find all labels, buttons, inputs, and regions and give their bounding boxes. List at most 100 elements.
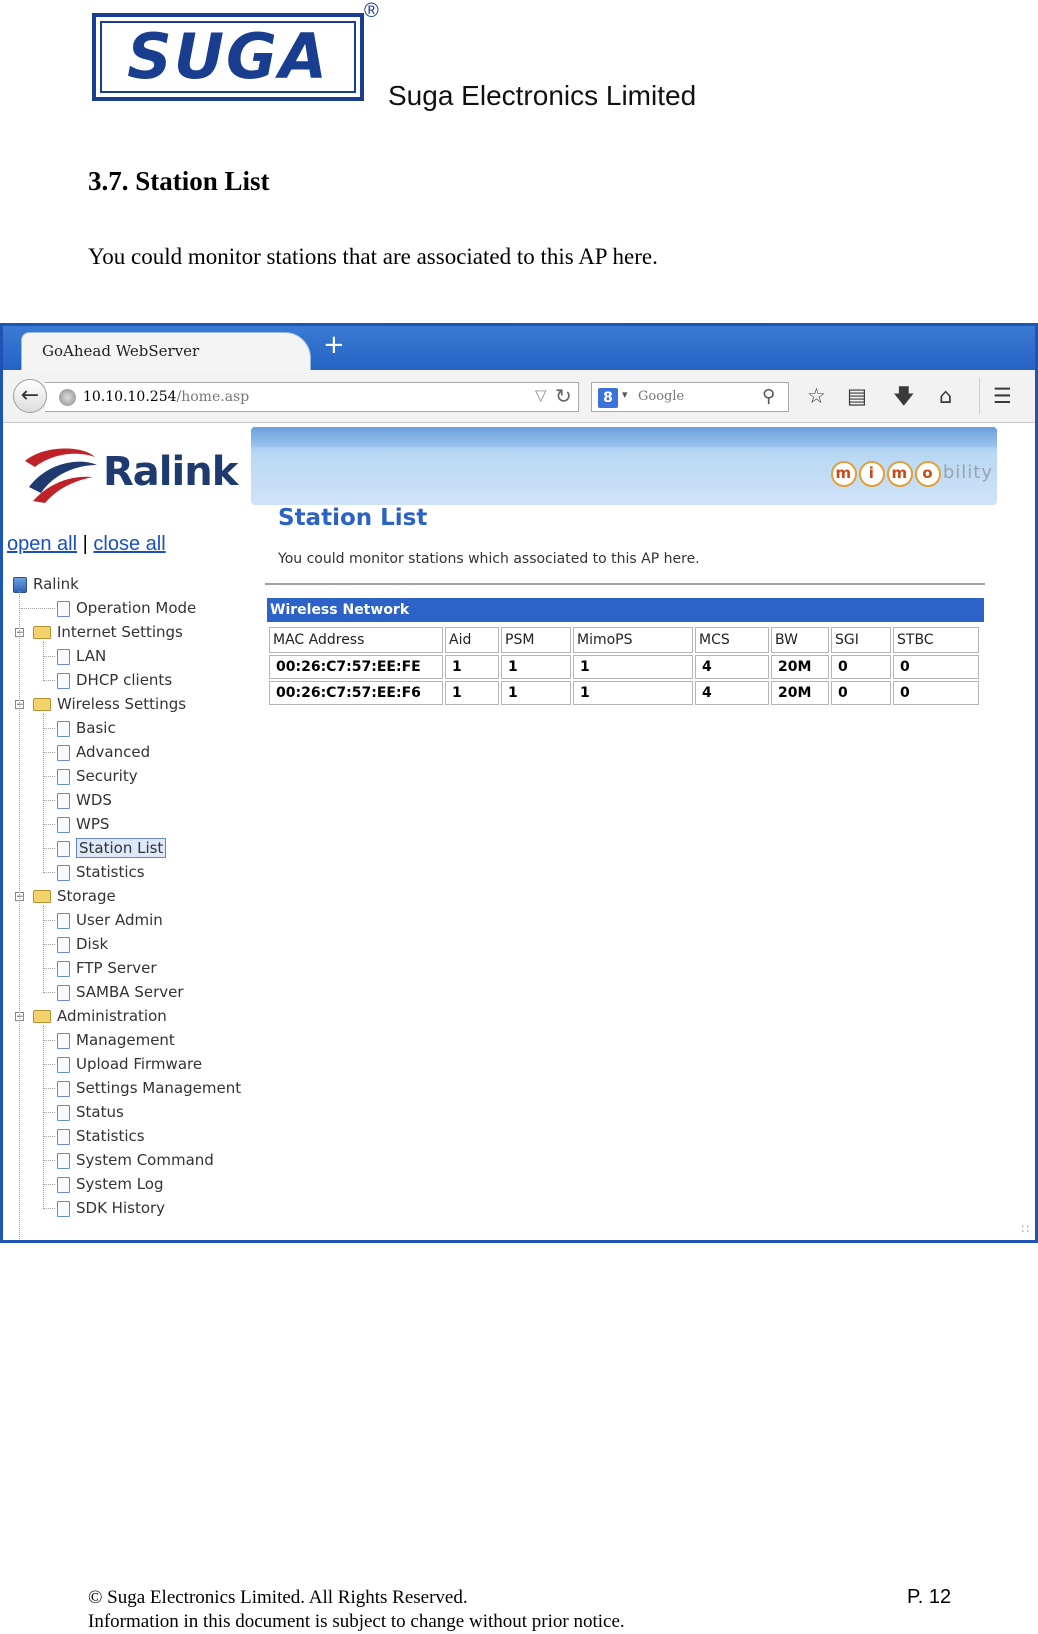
nav-item-wds[interactable]: WDS bbox=[57, 789, 112, 811]
search-engine-icon[interactable]: 8 bbox=[598, 388, 618, 408]
tree-guide bbox=[43, 905, 44, 993]
page-icon bbox=[57, 1032, 70, 1049]
url-bar[interactable]: 10.10.10.254/home.asp ▽ ↻ bbox=[45, 382, 579, 412]
nav-item-settings-management[interactable]: Settings Management bbox=[57, 1077, 241, 1099]
page-icon bbox=[57, 1176, 70, 1193]
url-path: /home.asp bbox=[176, 389, 250, 405]
nav-item-label: Internet Settings bbox=[57, 623, 183, 641]
url-text: 10.10.10.254/home.asp bbox=[83, 389, 249, 405]
tree-guide bbox=[43, 713, 44, 873]
nav-item-station-list[interactable]: Station List bbox=[57, 837, 167, 859]
nav-item-wps[interactable]: WPS bbox=[57, 813, 109, 835]
nav-item-administration[interactable]: Administration bbox=[33, 1005, 167, 1027]
nav-item-disk[interactable]: Disk bbox=[57, 933, 108, 955]
nav-item-ralink[interactable]: Ralink bbox=[13, 573, 79, 595]
browser-tab[interactable]: GoAhead WebServer bbox=[21, 332, 311, 370]
back-icon[interactable]: ← bbox=[13, 379, 47, 413]
menu-icon[interactable]: ☰ bbox=[993, 386, 1012, 407]
nav-item-statistics[interactable]: Statistics bbox=[57, 861, 145, 883]
open-all-link[interactable]: open all bbox=[7, 533, 77, 555]
tree-controls: open all | close all bbox=[7, 533, 166, 556]
tree-connector bbox=[43, 680, 55, 681]
table-cell: 1 bbox=[501, 655, 571, 679]
nav-item-label: SDK History bbox=[76, 1199, 166, 1217]
table-cell: 0 bbox=[831, 681, 891, 705]
nav-item-advanced[interactable]: Advanced bbox=[57, 741, 150, 763]
page-icon bbox=[57, 1128, 70, 1145]
reading-list-icon[interactable]: ▤ bbox=[847, 386, 867, 407]
table-header-row: MAC Address Aid PSM MimoPS MCS BW SGI ST… bbox=[269, 627, 979, 653]
nav-item-basic[interactable]: Basic bbox=[57, 717, 116, 739]
column-header: Aid bbox=[445, 627, 499, 653]
tree-connector bbox=[43, 1112, 55, 1113]
nav-item-status[interactable]: Status bbox=[57, 1101, 124, 1123]
nav-item-operation-mode[interactable]: Operation Mode bbox=[57, 597, 196, 619]
nav-item-dhcp-clients[interactable]: DHCP clients bbox=[57, 669, 172, 691]
nav-item-system-command[interactable]: System Command bbox=[57, 1149, 214, 1171]
nav-item-system-log[interactable]: System Log bbox=[57, 1173, 164, 1195]
nav-item-sdk-history[interactable]: SDK History bbox=[57, 1197, 165, 1219]
nav-item-wireless-settings[interactable]: Wireless Settings bbox=[33, 693, 186, 715]
nav-item-label: Advanced bbox=[76, 743, 151, 761]
page-icon bbox=[57, 672, 70, 689]
new-tab-icon[interactable]: + bbox=[323, 332, 345, 358]
ralink-logo-text: Ralink bbox=[103, 449, 238, 495]
table-cell: 1 bbox=[445, 655, 499, 679]
page-icon bbox=[57, 840, 70, 857]
column-header: BW bbox=[771, 627, 829, 653]
tree-controls-separator: | bbox=[82, 533, 88, 555]
nav-item-storage[interactable]: Storage bbox=[33, 885, 116, 907]
browser-titlebar: GoAhead WebServer + bbox=[3, 326, 1035, 370]
nav-item-samba-server[interactable]: SAMBA Server bbox=[57, 981, 184, 1003]
resize-grip-icon[interactable]: ∷ bbox=[1021, 1222, 1029, 1236]
nav-item-statistics[interactable]: Statistics bbox=[57, 1125, 145, 1147]
banner-top-strip bbox=[251, 427, 997, 447]
table-cell: 1 bbox=[573, 655, 693, 679]
nav-item-label: LAN bbox=[76, 647, 107, 665]
nav-item-security[interactable]: Security bbox=[57, 765, 138, 787]
suga-logo-frame: SUGA bbox=[100, 21, 356, 93]
nav-item-label: FTP Server bbox=[76, 959, 157, 977]
tree-connector bbox=[43, 848, 55, 849]
nav-item-upload-firmware[interactable]: Upload Firmware bbox=[57, 1053, 202, 1075]
tree-connector bbox=[43, 1160, 55, 1161]
reload-icon[interactable]: ↻ bbox=[555, 384, 572, 408]
table-cell: 0 bbox=[831, 655, 891, 679]
search-engine-caret-icon[interactable]: ▾ bbox=[622, 388, 628, 401]
column-header: STBC bbox=[893, 627, 979, 653]
tree-connector bbox=[43, 776, 55, 777]
home-icon[interactable]: ⌂ bbox=[939, 386, 952, 407]
tree-connector bbox=[43, 656, 55, 657]
close-all-link[interactable]: close all bbox=[93, 533, 165, 555]
tree-connector bbox=[43, 944, 55, 945]
nav-item-ftp-server[interactable]: FTP Server bbox=[57, 957, 157, 979]
intro-paragraph: You could monitor stations that are asso… bbox=[88, 244, 658, 269]
download-icon[interactable]: 🡇 bbox=[893, 386, 915, 407]
table-cell: 0 bbox=[893, 655, 979, 679]
footer-notice: Information in this document is subject … bbox=[88, 1611, 625, 1632]
url-dropdown-icon[interactable]: ▽ bbox=[535, 386, 547, 404]
magnifier-icon[interactable]: ⚲ bbox=[762, 386, 775, 407]
nav-item-label: Basic bbox=[76, 719, 116, 737]
nav-item-internet-settings[interactable]: Internet Settings bbox=[33, 621, 183, 643]
nav-item-management[interactable]: Management bbox=[57, 1029, 175, 1051]
nav-item-user-admin[interactable]: User Admin bbox=[57, 909, 163, 931]
page-icon bbox=[57, 864, 70, 881]
nav-item-label: Statistics bbox=[76, 1127, 145, 1145]
page-icon bbox=[57, 984, 70, 1001]
url-host: 10.10.10.254 bbox=[83, 389, 177, 405]
folder-icon bbox=[33, 1010, 51, 1023]
tree-connector bbox=[43, 968, 55, 969]
nav-item-label: Settings Management bbox=[76, 1079, 242, 1097]
search-bar[interactable]: 8 ▾ Google ⚲ bbox=[591, 382, 789, 412]
nav-item-label: WPS bbox=[76, 815, 110, 833]
tree-connector bbox=[43, 920, 55, 921]
bookmark-star-icon[interactable]: ☆ bbox=[807, 386, 826, 407]
nav-item-lan[interactable]: LAN bbox=[57, 645, 106, 667]
tab-title: GoAhead WebServer bbox=[42, 342, 200, 360]
page-icon bbox=[57, 1152, 70, 1169]
footer-copyright: © Suga Electronics Limited. All Rights R… bbox=[88, 1587, 468, 1608]
nav-item-label: Disk bbox=[76, 935, 109, 953]
folder-icon bbox=[33, 890, 51, 903]
nav-item-label: Security bbox=[76, 767, 138, 785]
